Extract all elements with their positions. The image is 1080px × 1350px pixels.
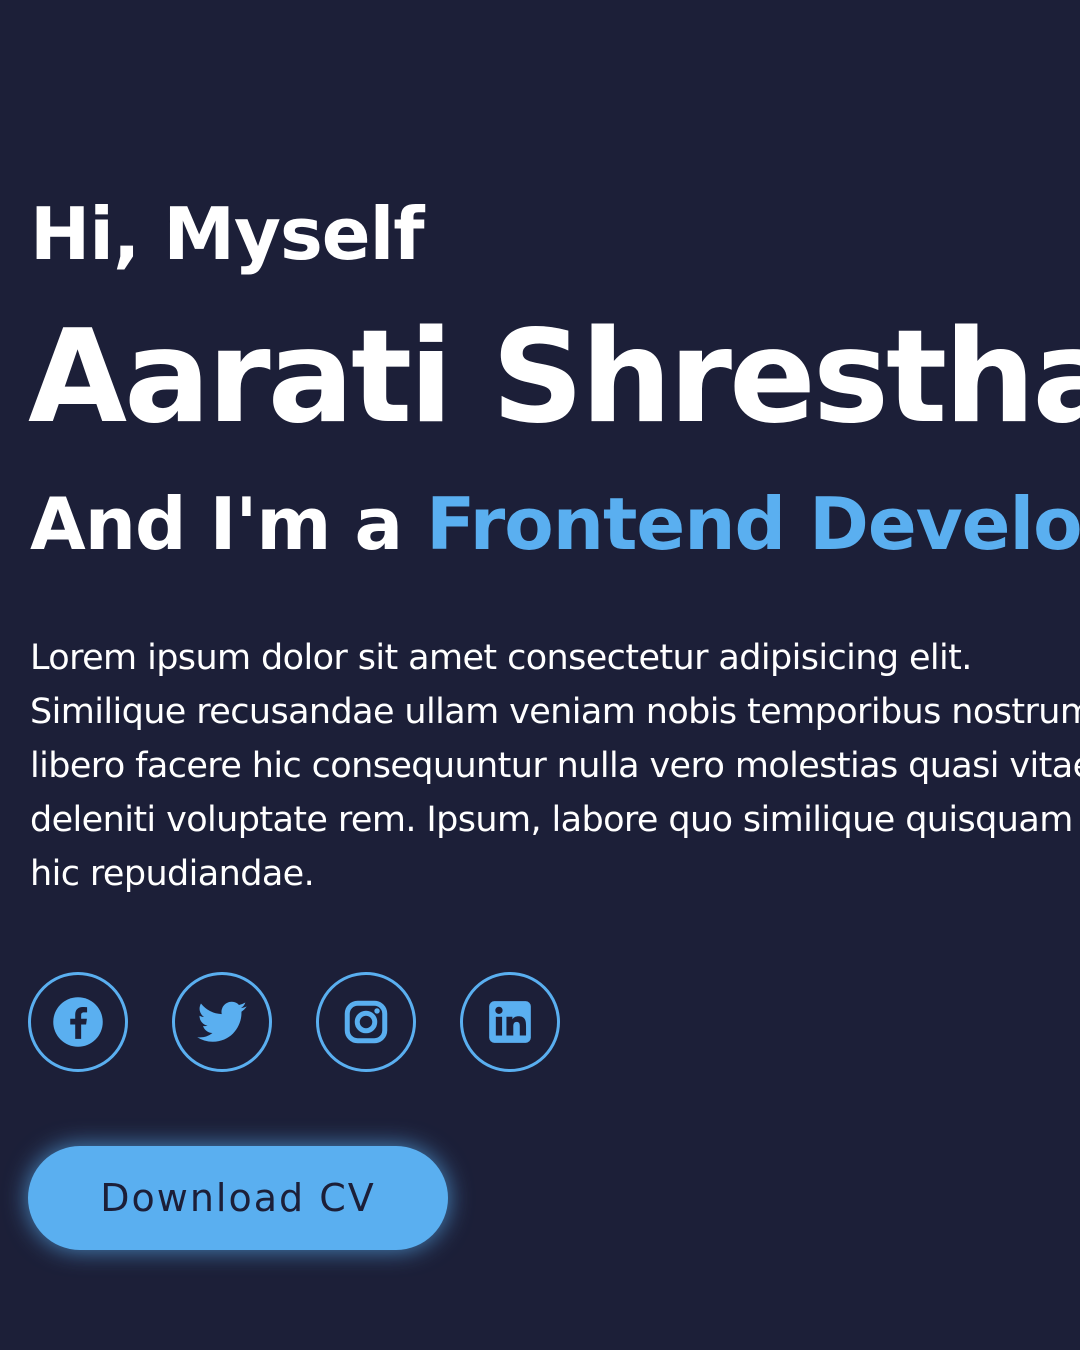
linkedin-icon — [489, 1001, 531, 1043]
role-heading: And I'm a Frontend Developer — [30, 480, 1080, 568]
download-cv-button[interactable]: Download CV — [28, 1146, 448, 1250]
instagram-icon — [344, 1000, 388, 1044]
twitter-link[interactable] — [172, 972, 272, 1072]
instagram-link[interactable] — [316, 972, 416, 1072]
name-heading: Aarati Shrestha — [28, 303, 1080, 452]
facebook-icon — [53, 997, 103, 1047]
intro-line: Similique recusandae ullam veniam nobis … — [30, 692, 1080, 732]
facebook-link[interactable] — [28, 972, 128, 1072]
intro-paragraph: Lorem ipsum dolor sit amet consectetur a… — [30, 631, 1080, 901]
intro-line: Lorem ipsum dolor sit amet consectetur a… — [30, 638, 972, 678]
hero-section: Hi, Myself Aarati Shrestha And I'm a Fro… — [0, 0, 1080, 1350]
linkedin-link[interactable] — [460, 972, 560, 1072]
role-highlight: Frontend Developer — [426, 482, 1080, 566]
intro-line: deleniti voluptate rem. Ipsum, labore qu… — [30, 800, 1073, 840]
twitter-icon — [197, 1001, 247, 1042]
intro-line: hic repudiandae. — [30, 854, 315, 894]
greeting-heading: Hi, Myself — [30, 192, 425, 276]
role-prefix: And I'm a — [30, 482, 427, 566]
intro-line: libero facere hic consequuntur nulla ver… — [30, 746, 1080, 786]
